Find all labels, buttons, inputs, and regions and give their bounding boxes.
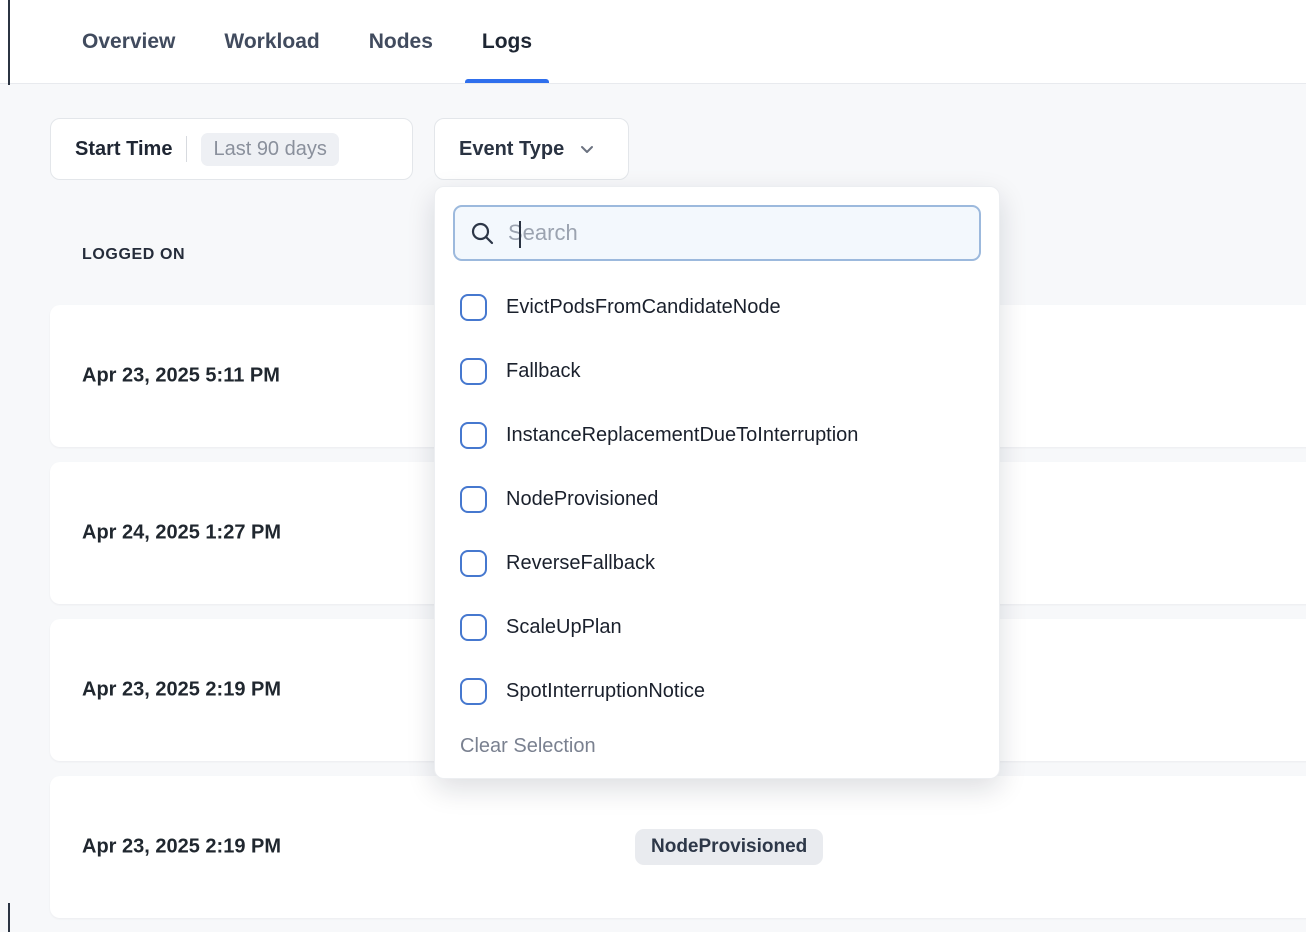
logged-on-value: Apr 24, 2025 1:27 PM	[82, 522, 281, 545]
start-time-filter-value: Last 90 days	[201, 133, 338, 166]
logged-on-value: Apr 23, 2025 2:19 PM	[82, 679, 281, 702]
option-checkbox[interactable]	[460, 486, 487, 513]
option-label: InstanceReplacementDueToInterruption	[506, 424, 858, 447]
tab-overview[interactable]: Overview	[82, 0, 175, 83]
filter-divider	[186, 136, 187, 162]
tab-label: Nodes	[369, 30, 433, 54]
tab-logs[interactable]: Logs	[482, 0, 532, 83]
option-label: ReverseFallback	[506, 552, 655, 575]
event-type-filter-label: Event Type	[459, 138, 564, 161]
option-label: NodeProvisioned	[506, 488, 658, 511]
option-checkbox[interactable]	[460, 358, 487, 385]
event-type-option[interactable]: EvictPodsFromCandidateNode	[453, 275, 981, 339]
clear-selection-button[interactable]: Clear Selection	[453, 735, 596, 758]
tab-workload[interactable]: Workload	[224, 0, 319, 83]
option-checkbox[interactable]	[460, 550, 487, 577]
event-type-option[interactable]: SpotInterruptionNotice	[453, 659, 981, 723]
panel-left-edge-bottom	[8, 903, 10, 932]
option-checkbox[interactable]	[460, 294, 487, 321]
start-time-filter-label: Start Time	[75, 138, 172, 161]
event-type-option[interactable]: ScaleUpPlan	[453, 595, 981, 659]
event-type-dropdown: EvictPodsFromCandidateNode Fallback Inst…	[434, 186, 1000, 779]
text-cursor	[519, 221, 521, 248]
option-label: SpotInterruptionNotice	[506, 680, 705, 703]
event-type-option[interactable]: InstanceReplacementDueToInterruption	[453, 403, 981, 467]
tab-label: Overview	[82, 30, 175, 54]
tab-nodes[interactable]: Nodes	[369, 0, 433, 83]
event-type-option[interactable]: ReverseFallback	[453, 531, 981, 595]
table-row: Apr 23, 2025 2:19 PM NodeProvisioned	[50, 776, 1306, 918]
tab-bar: Overview Workload Nodes Logs	[0, 0, 1306, 84]
logged-on-column-header: LOGGED ON	[82, 246, 185, 264]
logged-on-value: Apr 23, 2025 2:19 PM	[82, 836, 281, 859]
panel-left-edge-top	[8, 0, 10, 85]
search-icon	[469, 220, 496, 247]
start-time-filter-button[interactable]: Start Time Last 90 days	[50, 118, 413, 180]
event-type-filter-button[interactable]: Event Type	[434, 118, 629, 180]
tab-label: Logs	[482, 30, 532, 54]
event-type-option[interactable]: Fallback	[453, 339, 981, 403]
option-checkbox[interactable]	[460, 678, 487, 705]
option-label: Fallback	[506, 360, 580, 383]
logs-page: Overview Workload Nodes Logs Start Time Las…	[0, 0, 1306, 932]
option-checkbox[interactable]	[460, 614, 487, 641]
tab-label: Workload	[224, 30, 319, 54]
chevron-down-icon	[578, 140, 596, 158]
option-checkbox[interactable]	[460, 422, 487, 449]
event-type-options: EvictPodsFromCandidateNode Fallback Inst…	[453, 275, 981, 723]
event-type-badge: NodeProvisioned	[635, 829, 823, 865]
search-input[interactable]	[508, 220, 965, 246]
dropdown-search-box	[453, 205, 981, 261]
event-type-option[interactable]: NodeProvisioned	[453, 467, 981, 531]
option-label: EvictPodsFromCandidateNode	[506, 296, 781, 319]
option-label: ScaleUpPlan	[506, 616, 622, 639]
logged-on-value: Apr 23, 2025 5:11 PM	[82, 365, 280, 388]
